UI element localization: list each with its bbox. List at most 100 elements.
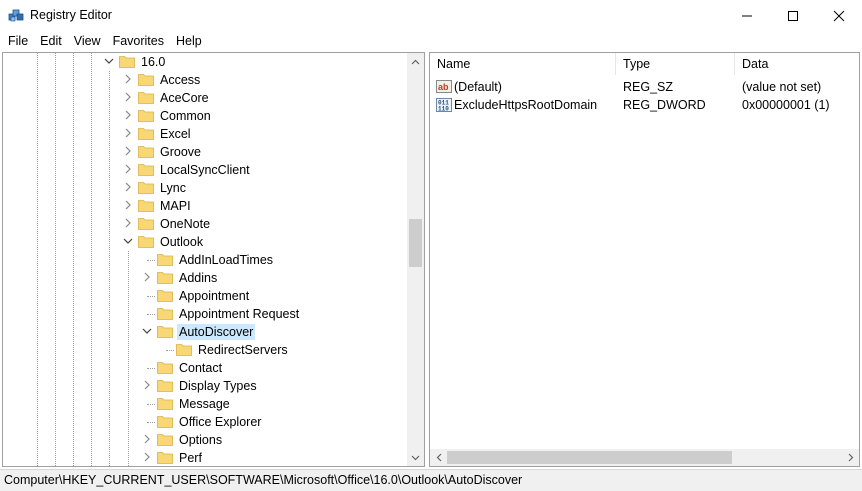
tree-node-message[interactable]: Message	[3, 395, 406, 413]
string-value-icon: ab	[436, 79, 452, 95]
tree-node-office-explorer[interactable]: Office Explorer	[3, 413, 406, 431]
maximize-button[interactable]	[770, 0, 816, 31]
column-header-data[interactable]: Data	[735, 53, 859, 75]
value-data: (value not set)	[742, 80, 822, 94]
close-button[interactable]	[816, 0, 862, 31]
value-name: ExcludeHttpsRootDomain	[454, 98, 598, 112]
tree-node-label: OneNote	[160, 217, 211, 231]
chevron-right-icon[interactable]	[122, 91, 134, 103]
chevron-right-icon[interactable]	[141, 433, 153, 445]
list-header: Name Type Data	[430, 53, 859, 75]
menu-edit[interactable]: Edit	[34, 31, 68, 51]
key-tree-pane[interactable]: 16.0 Access AceCore Common Excel Groove LocalS…	[2, 52, 425, 467]
folder-icon	[157, 360, 173, 374]
scroll-up-arrow-icon	[411, 59, 420, 64]
chevron-down-icon[interactable]	[141, 325, 153, 337]
tree-node-label: 16.0	[141, 55, 166, 69]
tree-node-label: Message	[179, 397, 230, 411]
menu-view[interactable]: View	[68, 31, 107, 51]
tree-guide-line	[166, 350, 174, 351]
chevron-right-icon[interactable]	[122, 163, 134, 175]
tree-node-common[interactable]: Common	[3, 107, 406, 125]
chevron-right-icon[interactable]	[122, 199, 134, 211]
tree-node-label: Common	[160, 109, 211, 123]
tree-node-addinloadtimes[interactable]: AddInLoadTimes	[3, 251, 406, 269]
folder-icon	[138, 144, 154, 158]
tree-node-groove[interactable]: Groove	[3, 143, 406, 161]
folder-icon	[157, 252, 173, 266]
value-type: REG_DWORD	[623, 98, 706, 112]
chevron-right-icon[interactable]	[122, 217, 134, 229]
svg-text:110: 110	[438, 106, 449, 113]
chevron-right-icon[interactable]	[122, 145, 134, 157]
tree-node-onenote[interactable]: OneNote	[3, 215, 406, 233]
folder-icon	[138, 72, 154, 86]
tree-node-addins[interactable]: Addins	[3, 269, 406, 287]
chevron-right-icon[interactable]	[141, 271, 153, 283]
list-horizontal-scrollbar[interactable]	[430, 449, 859, 466]
value-row[interactable]: ab (Default) REG_SZ (value not set)	[430, 78, 859, 96]
folder-icon	[157, 432, 173, 446]
chevron-right-icon[interactable]	[122, 181, 134, 193]
tree-node-appointment[interactable]: Appointment	[3, 287, 406, 305]
tree-node-excel[interactable]: Excel	[3, 125, 406, 143]
tree-node-contact[interactable]: Contact	[3, 359, 406, 377]
title-bar[interactable]: Registry Editor	[0, 0, 862, 31]
folder-icon	[119, 54, 135, 68]
tree-node-perf[interactable]: Perf	[3, 449, 406, 466]
tree-node-access[interactable]: Access	[3, 71, 406, 89]
tree-node-label: Lync	[160, 181, 186, 195]
scroll-right-button[interactable]	[842, 449, 859, 466]
tree-node-mapi[interactable]: MAPI	[3, 197, 406, 215]
tree-node-localsyncclient[interactable]: LocalSyncClient	[3, 161, 406, 179]
folder-icon	[157, 414, 173, 428]
scroll-left-button[interactable]	[430, 449, 447, 466]
tree-node-lync[interactable]: Lync	[3, 179, 406, 197]
minimize-icon	[742, 15, 752, 16]
menu-file[interactable]: File	[2, 31, 34, 51]
minimize-button[interactable]	[724, 0, 770, 31]
tree-node-16-0[interactable]: 16.0	[3, 53, 406, 71]
chevron-right-icon[interactable]	[141, 451, 153, 463]
tree-node-display-types[interactable]: Display Types	[3, 377, 406, 395]
scroll-down-button[interactable]	[407, 449, 424, 466]
folder-icon	[138, 180, 154, 194]
values-list-pane[interactable]: Name Type Data ab (Default) REG_SZ (valu…	[429, 52, 860, 467]
tree-node-options[interactable]: Options	[3, 431, 406, 449]
column-header-type[interactable]: Type	[616, 53, 735, 75]
folder-icon	[157, 288, 173, 302]
tree-node-label: Options	[179, 433, 223, 447]
menu-favorites[interactable]: Favorites	[107, 31, 170, 51]
tree-node-appointment-request[interactable]: Appointment Request	[3, 305, 406, 323]
chevron-right-icon[interactable]	[122, 127, 134, 139]
tree-node-autodiscover[interactable]: AutoDiscover	[3, 323, 406, 341]
tree-node-label: MAPI	[160, 199, 191, 213]
chevron-down-icon[interactable]	[103, 55, 115, 67]
chevron-right-icon[interactable]	[122, 73, 134, 85]
window-title: Registry Editor	[30, 8, 112, 22]
menu-help[interactable]: Help	[170, 31, 208, 51]
svg-text:ab: ab	[438, 82, 449, 92]
chevron-down-icon[interactable]	[122, 235, 134, 247]
tree-node-label: Office Explorer	[179, 415, 262, 429]
tree-node-redirectservers[interactable]: RedirectServers	[3, 341, 406, 359]
folder-icon	[157, 324, 173, 338]
scroll-thumb[interactable]	[409, 218, 422, 267]
chevron-right-icon[interactable]	[141, 379, 153, 391]
folder-icon	[138, 162, 154, 176]
value-row[interactable]: 011 110 ExcludeHttpsRootDomain REG_DWORD…	[430, 96, 859, 114]
folder-icon	[157, 396, 173, 410]
scroll-up-button[interactable]	[407, 53, 424, 70]
folder-icon	[138, 234, 154, 248]
tree-node-label: Display Types	[179, 379, 257, 393]
tree-vertical-scrollbar[interactable]	[407, 53, 424, 466]
tree-node-acecore[interactable]: AceCore	[3, 89, 406, 107]
tree-node-outlook[interactable]: Outlook	[3, 233, 406, 251]
tree-guide-line	[147, 422, 155, 423]
column-header-name[interactable]: Name	[430, 53, 616, 75]
chevron-right-icon[interactable]	[122, 109, 134, 121]
folder-icon	[157, 450, 173, 464]
tree-node-label: Groove	[160, 145, 201, 159]
folder-icon	[176, 342, 192, 356]
scroll-thumb[interactable]	[447, 451, 732, 464]
